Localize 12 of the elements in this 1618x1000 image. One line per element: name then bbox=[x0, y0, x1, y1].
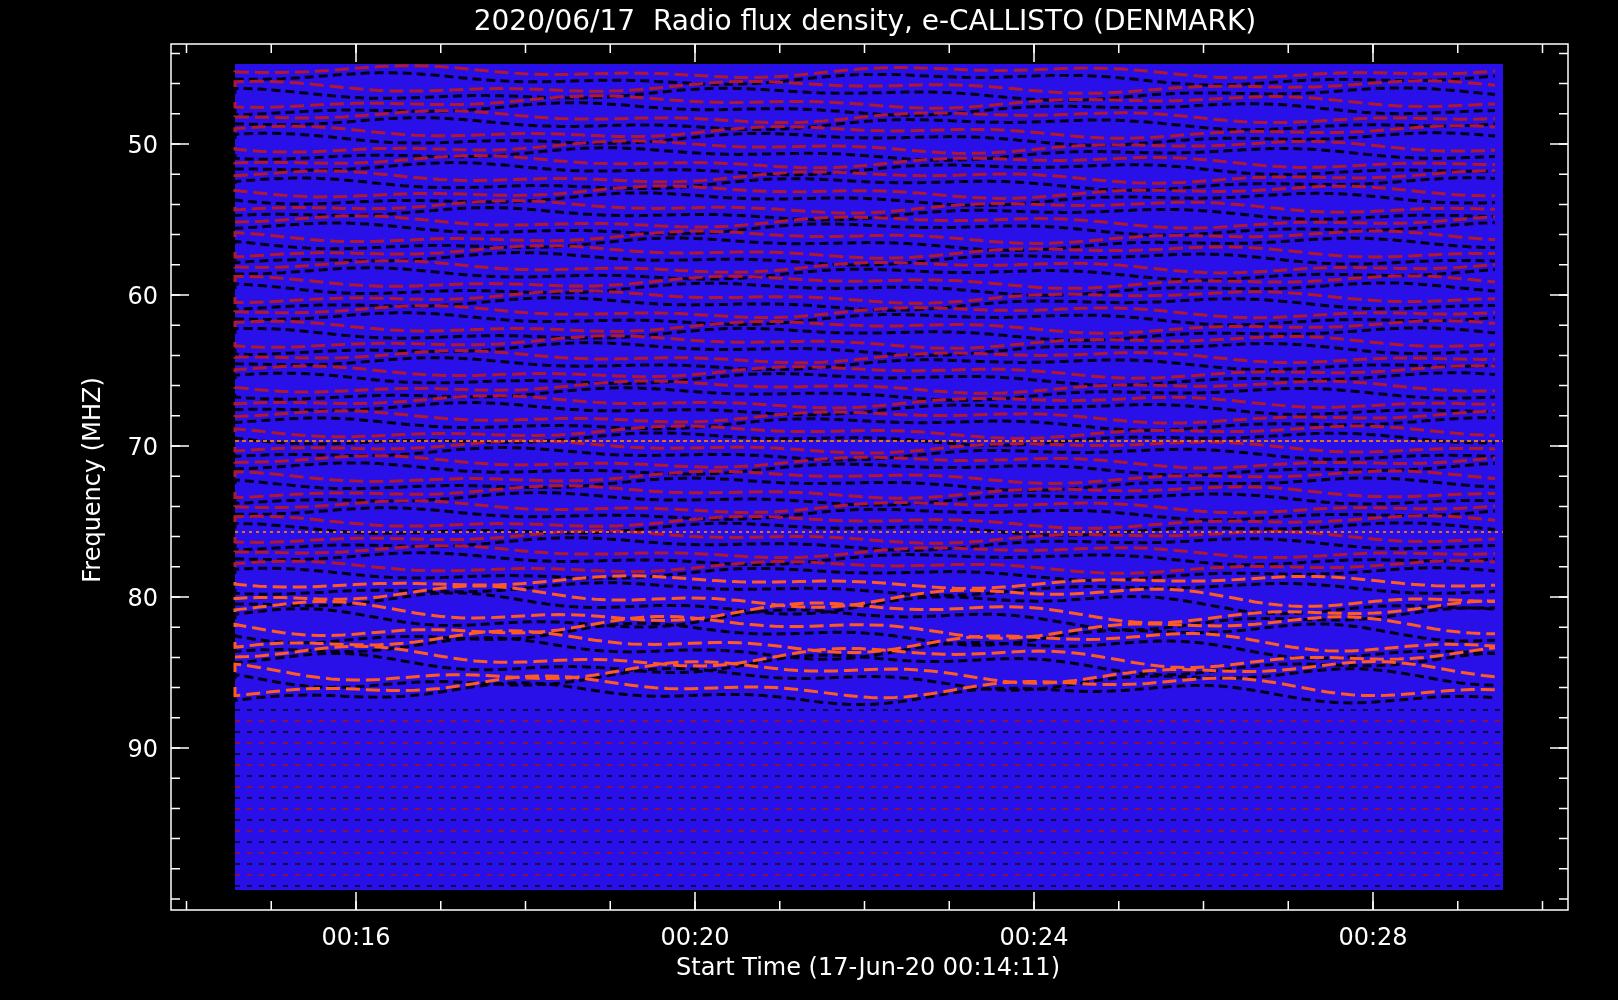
y-tick-label: 90 bbox=[127, 735, 158, 763]
x-axis-label: Start Time (17-Jun-20 00:14:11) bbox=[676, 953, 1060, 981]
y-tick-label: 60 bbox=[127, 282, 158, 310]
y-axis-label: Frequency (MHZ) bbox=[78, 377, 106, 583]
x-tick-label: 00:24 bbox=[999, 923, 1069, 951]
y-tick-label: 80 bbox=[127, 584, 158, 612]
y-tick-label: 70 bbox=[127, 433, 158, 461]
x-tick-label: 00:28 bbox=[1338, 923, 1408, 951]
chart-title: 2020/06/17 Radio flux density, e-CALLISTO (DENMARK) bbox=[473, 4, 1257, 37]
y-tick-label: 50 bbox=[127, 131, 158, 159]
x-tick-label: 00:16 bbox=[321, 923, 391, 951]
x-tick-label: 00:20 bbox=[660, 923, 730, 951]
